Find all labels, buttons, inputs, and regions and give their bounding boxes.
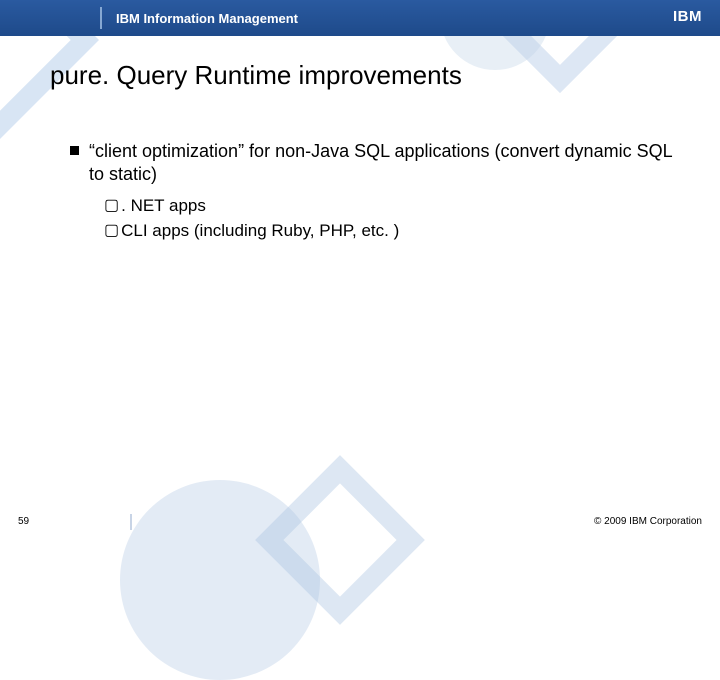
bullet-text: “client optimization” for non-Java SQL a… <box>89 140 680 187</box>
copyright-text: © 2009 IBM Corporation <box>594 516 702 527</box>
bullet-level1: “client optimization” for non-Java SQL a… <box>70 140 680 187</box>
slide-title: pure. Query Runtime improvements <box>50 60 462 91</box>
header-bar: IBM Information Management IBM <box>0 0 720 36</box>
header-title: IBM Information Management <box>116 11 298 26</box>
page-number: 59 <box>18 516 29 527</box>
footer-divider <box>130 514 132 530</box>
content-area: “client optimization” for non-Java SQL a… <box>70 140 680 245</box>
bullet-level2: ▢ . NET apps <box>104 195 680 218</box>
footer-bar: 59 © 2009 IBM Corporation <box>0 510 720 540</box>
hollow-square-icon: ▢ <box>104 220 119 242</box>
header-divider <box>100 7 102 29</box>
sub-bullet-text: . NET apps <box>121 195 206 218</box>
bullet-level2: ▢ CLI apps (including Ruby, PHP, etc. ) <box>104 220 680 243</box>
square-bullet-icon <box>70 146 79 155</box>
sub-bullet-list: ▢ . NET apps ▢ CLI apps (including Ruby,… <box>104 195 680 243</box>
sub-bullet-text: CLI apps (including Ruby, PHP, etc. ) <box>121 220 399 243</box>
hollow-square-icon: ▢ <box>104 195 119 217</box>
ibm-logo: IBM <box>673 8 702 25</box>
